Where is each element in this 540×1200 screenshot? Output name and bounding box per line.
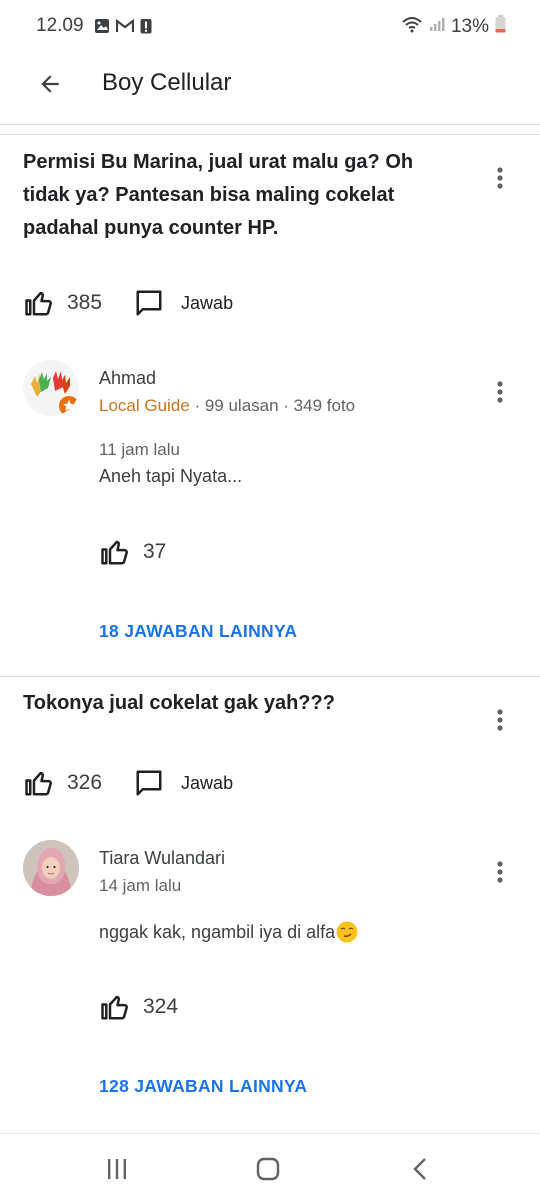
answer-more-button[interactable]: [488, 857, 512, 887]
more-answers-link[interactable]: 18 JAWABAN LAINNYA: [99, 621, 297, 642]
top-divider: [0, 134, 540, 135]
comment-icon: [136, 290, 162, 316]
question-divider: [0, 676, 540, 677]
battery-percent: 13%: [450, 15, 489, 37]
home-icon: [256, 1157, 280, 1181]
answer-like-count: 324: [143, 995, 179, 1018]
notification-icons: [94, 18, 152, 39]
avatar[interactable]: [23, 360, 79, 416]
question-text: Tokonya jual cokelat gak yah???: [23, 692, 335, 714]
answer-like-button[interactable]: [99, 537, 131, 567]
answer-time: 14 jam lalu: [99, 876, 182, 895]
answer-like: 324: [99, 992, 178, 1022]
answer-more-button[interactable]: [488, 377, 512, 407]
back-nav-button[interactable]: [400, 1154, 440, 1184]
recents-button[interactable]: [97, 1154, 137, 1184]
answer-text-row: nggak kak, ngambil iya di alfa 😏: [99, 921, 358, 943]
more-answers-link[interactable]: 128 JAWABAN LAINNYA: [99, 1076, 307, 1097]
answer-author-name[interactable]: Ahmad: [99, 368, 156, 389]
thumb-up-icon: [101, 995, 128, 1020]
question-text: Permisi Bu Marina, jual urat malu ga? Oh…: [23, 151, 414, 239]
thumb-up-icon: [25, 291, 52, 316]
system-nav-bar: [0, 1133, 540, 1200]
signal-icon: [429, 16, 445, 37]
battery-icon: [495, 15, 506, 38]
profile-photo-icon: [23, 840, 79, 896]
like-button[interactable]: [23, 768, 55, 798]
answer-time: 11 jam lalu: [99, 440, 180, 459]
like-count: 326: [67, 771, 103, 794]
question-actions: 326 Jawab: [23, 768, 233, 798]
back-nav-icon: [413, 1158, 426, 1180]
more-vert-icon: [497, 861, 503, 883]
arrow-back-icon: [41, 75, 59, 93]
status-time: 12.09: [36, 15, 84, 36]
wifi-icon: [401, 15, 423, 38]
more-vert-icon: [497, 167, 503, 189]
reply-label: Jawab: [181, 772, 234, 793]
smirk-face-icon: [336, 921, 358, 943]
app-bar: Boy Cellular: [0, 52, 540, 114]
answer-text: Aneh tapi Nyata...: [99, 466, 243, 486]
more-vert-icon: [497, 709, 503, 731]
like-button[interactable]: [23, 288, 55, 318]
reply-button[interactable]: Jawab: [134, 288, 233, 318]
recents-icon: [108, 1159, 126, 1179]
answer-like: 37: [99, 537, 166, 567]
answer-like-button[interactable]: [99, 992, 131, 1022]
answer-author-name[interactable]: Tiara Wulandari: [99, 848, 225, 869]
back-button[interactable]: [30, 64, 70, 104]
question-more-button[interactable]: [488, 705, 512, 735]
answer-text: nggak kak, ngambil iya di alfa: [99, 921, 336, 942]
avatar[interactable]: [23, 840, 79, 896]
thumb-up-icon: [25, 771, 52, 796]
reply-label: Jawab: [181, 292, 234, 313]
question-actions: 385 Jawab: [23, 288, 233, 318]
local-guide-label: Local Guide: [99, 396, 190, 415]
gallery-icon: [94, 18, 110, 39]
answer-like-count: 37: [143, 540, 167, 563]
gmail-icon: [115, 18, 135, 38]
status-bar: 12.09 13%: [0, 0, 540, 52]
header-shadow-divider: [0, 124, 540, 125]
status-right: 13%: [401, 15, 506, 38]
local-guide-badge-icon: [59, 396, 79, 416]
question-more-button[interactable]: [488, 163, 512, 193]
more-vert-icon: [497, 381, 503, 403]
author-stats: · 99 ulasan · 349 foto: [189, 396, 356, 415]
comment-icon: [136, 770, 162, 796]
home-button[interactable]: [248, 1154, 288, 1184]
answer-author-meta: Local Guide · 99 ulasan · 349 foto: [99, 396, 355, 416]
reply-button[interactable]: Jawab: [134, 768, 233, 798]
thumb-up-icon: [101, 540, 128, 565]
like-count: 385: [67, 291, 103, 314]
alert-icon: [140, 18, 152, 39]
page-title: Boy Cellular: [102, 69, 232, 96]
